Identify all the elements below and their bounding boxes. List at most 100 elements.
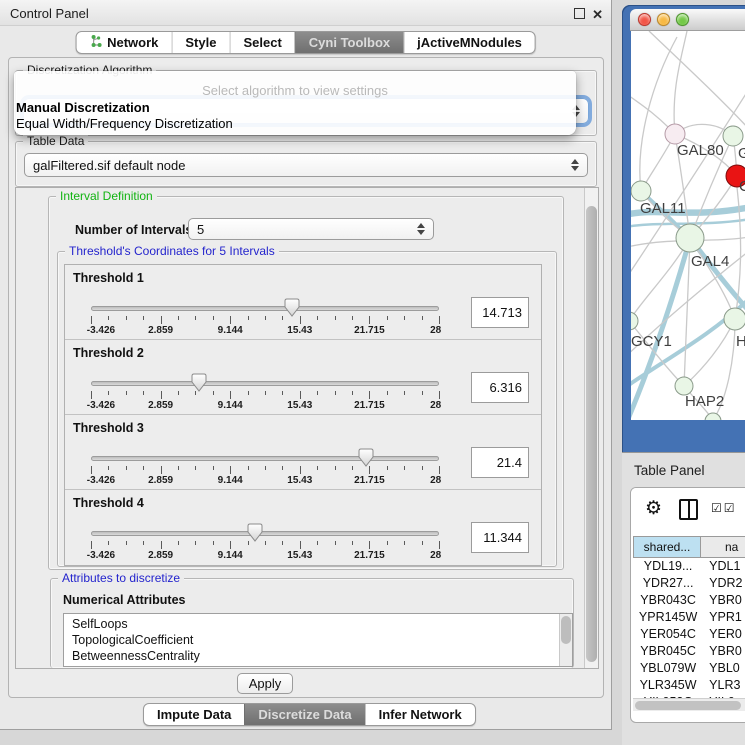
- table-row[interactable]: YER054CYER0: [633, 627, 745, 644]
- threshold-slider[interactable]: -3.4262.8599.14415.4321.71528: [91, 528, 439, 562]
- table-row[interactable]: YBR045CYBR0: [633, 644, 745, 661]
- close-window-icon[interactable]: ✕: [592, 7, 603, 23]
- tab-label: Infer Network: [379, 707, 462, 722]
- cell-name[interactable]: YDR2: [703, 576, 745, 593]
- tab-label: Impute Data: [157, 707, 231, 722]
- float-window-icon[interactable]: [574, 8, 585, 19]
- column-header-name[interactable]: na: [701, 536, 745, 558]
- cell-name[interactable]: YLR3: [703, 678, 745, 695]
- cell-name[interactable]: YBR0: [703, 593, 745, 610]
- threshold-slider[interactable]: -3.4262.8599.14415.4321.71528: [91, 378, 439, 412]
- slider-track[interactable]: [91, 531, 439, 536]
- tab-discretize-data[interactable]: Discretize Data: [244, 704, 364, 725]
- slider-thumb[interactable]: [247, 523, 263, 542]
- table-row[interactable]: YDR27...YDR2: [633, 576, 745, 593]
- table-data-group: Table Data galFiltered.sif default node: [15, 141, 597, 187]
- table-data-combobox[interactable]: galFiltered.sif default node: [24, 153, 588, 177]
- algorithm-option-equal-width-frequency-discretization[interactable]: Equal Width/Frequency Discretization: [14, 116, 576, 132]
- listbox-scrollbar-thumb[interactable]: [561, 616, 571, 644]
- network-node[interactable]: [705, 413, 721, 420]
- network-node[interactable]: [723, 126, 743, 146]
- network-node-label: C: [739, 178, 745, 195]
- threshold-value-field[interactable]: 6.316: [471, 372, 529, 403]
- table-row[interactable]: YDL19...YDL1: [633, 559, 745, 576]
- attribute-list-item[interactable]: SelfLoops: [64, 616, 572, 632]
- table-panel-toolbar: ⚙ ☑☑: [631, 488, 745, 534]
- threshold-label: Threshold 1: [73, 271, 144, 285]
- algorithm-popup-placeholder: Select algorithm to view settings: [14, 82, 576, 100]
- table-panel-title: Table Panel: [634, 463, 705, 478]
- cell-name[interactable]: YDL1: [703, 559, 745, 576]
- network-node[interactable]: [724, 308, 745, 330]
- number-of-intervals-combobox[interactable]: 5: [188, 218, 434, 240]
- threshold-slider[interactable]: -3.4262.8599.14415.4321.71528: [91, 453, 439, 487]
- zoom-traffic-light-icon[interactable]: [676, 13, 689, 26]
- table-panel-body: ⚙ ☑☑ shared... na YDL19...YDL1YDR27...YD…: [630, 487, 745, 723]
- network-node[interactable]: [665, 124, 685, 144]
- threshold-slider[interactable]: -3.4262.8599.14415.4321.71528: [91, 303, 439, 337]
- tab-impute-data[interactable]: Impute Data: [144, 704, 244, 725]
- slider-track[interactable]: [91, 306, 439, 311]
- slider-track[interactable]: [91, 381, 439, 386]
- apply-button[interactable]: Apply: [237, 673, 293, 694]
- slider-thumb[interactable]: [191, 373, 207, 392]
- cell-shared-name[interactable]: YLR345W: [633, 678, 703, 695]
- cell-name[interactable]: YBR0: [703, 644, 745, 661]
- slider-thumb[interactable]: [284, 298, 300, 317]
- table-row[interactable]: YBL079WYBL0: [633, 661, 745, 678]
- network-graph-icon: [89, 34, 102, 51]
- threshold-block-4: Threshold 4-3.4262.8599.14415.4321.71528…: [65, 490, 541, 565]
- tab-select[interactable]: Select: [229, 32, 294, 53]
- attribute-list-item[interactable]: BetweennessCentrality: [64, 648, 572, 664]
- slider-thumb[interactable]: [358, 448, 374, 467]
- gear-icon[interactable]: ⚙: [645, 497, 662, 520]
- select-columns-checkboxes-icon[interactable]: ☑☑: [711, 501, 737, 515]
- network-canvas[interactable]: GAL80GACGAL11GAL4GCY1HHAP2: [631, 31, 745, 420]
- control-panel-window: Control Panel ✕ NetworkStyle Select Cyni T…: [0, 0, 612, 730]
- tab-style[interactable]: Style: [171, 32, 229, 53]
- cell-name[interactable]: YER0: [703, 627, 745, 644]
- attribute-list-item[interactable]: TopologicalCoefficient: [64, 632, 572, 648]
- numerical-attributes-label: Numerical Attributes: [63, 593, 185, 607]
- tab-infer-network[interactable]: Infer Network: [365, 704, 475, 725]
- minimize-traffic-light-icon[interactable]: [657, 13, 670, 26]
- table-row[interactable]: YPR145WYPR1: [633, 610, 745, 627]
- network-node[interactable]: [631, 312, 638, 330]
- table-row[interactable]: YBR043CYBR0: [633, 593, 745, 610]
- table-horizontal-scrollbar[interactable]: [633, 698, 745, 711]
- settings-scrollbar[interactable]: [584, 188, 598, 668]
- tab-jactivemnodules[interactable]: jActiveMNodules: [403, 32, 535, 53]
- column-header-shared-name[interactable]: shared...: [633, 536, 701, 558]
- threshold-value-field[interactable]: 14.713: [471, 297, 529, 328]
- cell-shared-name[interactable]: YPR145W: [633, 610, 703, 627]
- settings-scrollbar-thumb[interactable]: [586, 206, 597, 662]
- split-columns-icon[interactable]: [679, 499, 698, 520]
- window-title: Control Panel: [10, 6, 89, 21]
- slider-track[interactable]: [91, 456, 439, 461]
- algorithm-option-manual-discretization[interactable]: Manual Discretization: [14, 100, 576, 116]
- close-traffic-light-icon[interactable]: [638, 13, 651, 26]
- network-window-titlebar[interactable]: [630, 9, 745, 31]
- tab-label: Select: [243, 35, 281, 50]
- cell-name[interactable]: YBL0: [703, 661, 745, 678]
- network-node-label: HAP2: [685, 393, 724, 410]
- cell-shared-name[interactable]: YBR043C: [633, 593, 703, 610]
- combobox-stepper-icon: [571, 159, 579, 171]
- tab-cyni-toolbox[interactable]: Cyni Toolbox: [295, 32, 403, 53]
- threshold-value-field[interactable]: 11.344: [471, 522, 529, 553]
- cell-shared-name[interactable]: YDL19...: [633, 559, 703, 576]
- tab-network[interactable]: Network: [76, 32, 171, 53]
- cell-shared-name[interactable]: YBR045C: [633, 644, 703, 661]
- numerical-attributes-listbox[interactable]: SelfLoopsTopologicalCoefficientBetweenne…: [63, 613, 573, 667]
- tab-label: jActiveMNodules: [417, 35, 522, 50]
- table-horizontal-scrollbar-thumb[interactable]: [635, 701, 741, 710]
- threshold-value-field[interactable]: 21.4: [471, 447, 529, 478]
- cell-shared-name[interactable]: YER054C: [633, 627, 703, 644]
- cell-name[interactable]: YPR1: [703, 610, 745, 627]
- cell-shared-name[interactable]: YDR27...: [633, 576, 703, 593]
- network-node[interactable]: [631, 181, 651, 201]
- network-node[interactable]: [676, 224, 704, 252]
- listbox-scrollbar[interactable]: [559, 614, 572, 666]
- cell-shared-name[interactable]: YBL079W: [633, 661, 703, 678]
- table-row[interactable]: YLR345WYLR3: [633, 678, 745, 695]
